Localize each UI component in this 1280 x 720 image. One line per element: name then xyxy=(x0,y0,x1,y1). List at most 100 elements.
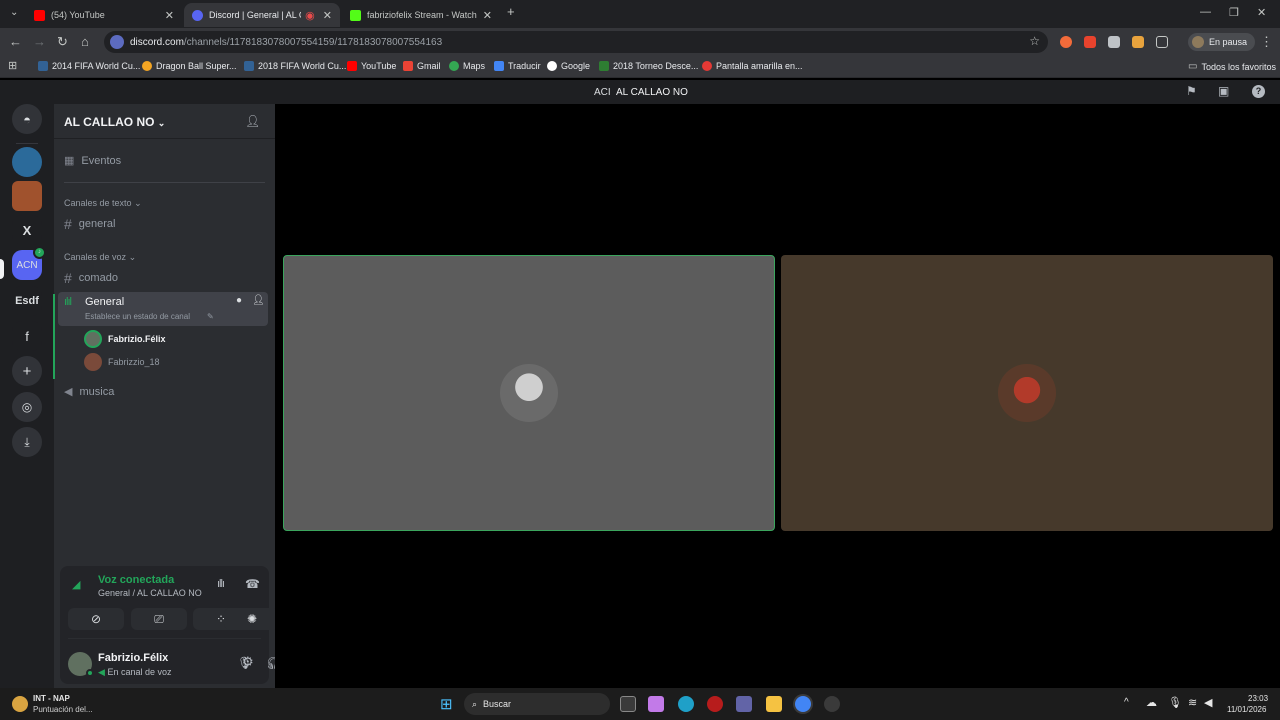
site-info-icon[interactable] xyxy=(110,35,124,49)
restore-icon[interactable]: ❐ xyxy=(1229,6,1239,19)
bookmark-item[interactable]: YouTube xyxy=(347,61,396,71)
teams-icon[interactable] xyxy=(736,696,752,712)
disconnect-icon[interactable]: ☎︎ xyxy=(245,577,260,591)
add-server-icon[interactable]: + xyxy=(12,356,42,386)
task-view-icon[interactable] xyxy=(620,696,636,712)
noise-suppression-icon[interactable]: ıllı xyxy=(217,578,225,590)
bookmark-item[interactable]: 2014 FIFA World Cu... xyxy=(38,61,140,71)
all-bookmarks[interactable]: ▭ Todos los favoritos xyxy=(1188,61,1276,72)
profile-button[interactable]: En pausa xyxy=(1188,33,1256,51)
invite-user-icon[interactable]: 👤︎ xyxy=(252,295,265,306)
invite-people-icon[interactable]: 👤︎ xyxy=(245,114,260,128)
bookmark-item[interactable]: Maps xyxy=(449,61,485,71)
bookmark-item[interactable]: Gmail xyxy=(403,61,441,71)
server-icon[interactable] xyxy=(12,181,42,211)
help-icon[interactable]: ? xyxy=(1252,85,1265,98)
weather-widget-icon[interactable] xyxy=(12,696,28,712)
server-icon-esdf[interactable]: Esdf xyxy=(12,286,42,316)
reload-icon[interactable]: ↻ xyxy=(57,35,68,49)
channel-general-voice[interactable]: ılıl General Establece un estado de cana… xyxy=(58,292,268,326)
address-bar[interactable]: discord.com/channels/1178183078007554159… xyxy=(104,31,1048,53)
download-icon[interactable]: ⤓ xyxy=(12,427,42,457)
tab-discord[interactable]: Discord | General | AL CALL ◉ ✕ xyxy=(184,3,340,27)
channel-general-text[interactable]: # general xyxy=(64,216,116,232)
server-icon-acn[interactable]: ACN ♪ xyxy=(12,246,46,280)
channel-comado[interactable]: # comado xyxy=(64,270,118,286)
server-icon-x[interactable]: X xyxy=(12,215,42,245)
home-icon[interactable]: ⌂ xyxy=(81,35,89,49)
soundboard-button[interactable]: ✺ xyxy=(224,608,280,630)
widget-title[interactable]: INT - NAP xyxy=(33,694,70,703)
bookmark-favicon-icon xyxy=(347,61,357,71)
inbox-icon[interactable]: ▣ xyxy=(1218,84,1229,98)
bookmark-item[interactable]: Traducir xyxy=(494,61,541,71)
bookmark-item[interactable]: Pantalla amarilla en... xyxy=(702,61,803,71)
participant-avatar xyxy=(998,364,1056,422)
close-icon[interactable]: ✕ xyxy=(483,9,492,22)
tab-search-icon[interactable]: ⌄ xyxy=(10,6,18,20)
apps-grid-icon[interactable]: ⊞ xyxy=(8,59,17,72)
category-voice-channels[interactable]: Canales de voz ⌄ xyxy=(64,252,136,263)
tab-kick[interactable]: fabriziofelix Stream - Watch Liv ✕ xyxy=(342,3,500,27)
active-voice-line xyxy=(53,294,55,379)
window-close-icon[interactable]: ✕ xyxy=(1257,6,1266,19)
windows-start-icon[interactable]: ⊞ xyxy=(440,695,453,713)
voice-location[interactable]: General / AL CALLAO NO xyxy=(98,588,202,598)
server-icon[interactable] xyxy=(12,147,42,177)
participant-tile[interactable] xyxy=(781,255,1273,531)
voice-user[interactable]: Fabrizzio_18 xyxy=(84,353,160,371)
tab-title: Discord | General | AL CALL xyxy=(209,10,301,20)
tab-youtube[interactable]: (54) YouTube ✕ xyxy=(26,3,182,27)
menu-kebab-icon[interactable]: ⋮ xyxy=(1260,35,1273,49)
bookmark-item[interactable]: Google xyxy=(547,61,590,71)
channel-musica[interactable]: ◀︎ musica xyxy=(64,385,114,399)
bookmark-item[interactable]: Dragon Ball Super... xyxy=(142,61,237,71)
flag-icon[interactable]: ⚑ xyxy=(1186,84,1197,98)
taskbar-search[interactable]: ⌕ Buscar xyxy=(464,693,610,715)
volume-icon[interactable]: ◀︎ xyxy=(1204,696,1212,709)
server-icon-f[interactable]: f xyxy=(12,321,42,351)
wifi-icon[interactable]: ≋ xyxy=(1188,696,1197,709)
category-text-channels[interactable]: Canales de texto ⌄ xyxy=(64,198,142,209)
extension-icon[interactable] xyxy=(1132,36,1144,48)
tray-icon[interactable]: ☁ xyxy=(1146,696,1157,709)
screen-share-button[interactable]: ⎚ xyxy=(131,608,187,630)
bookmark-item[interactable]: 2018 Torneo Desce... xyxy=(599,61,698,71)
extension-icon[interactable] xyxy=(1108,36,1120,48)
events-link[interactable]: ▦ Eventos xyxy=(64,154,121,168)
new-tab-icon[interactable]: + xyxy=(507,5,515,19)
edge-icon[interactable] xyxy=(678,696,694,712)
back-icon[interactable]: ← xyxy=(9,35,22,49)
file-explorer-icon[interactable] xyxy=(766,696,782,712)
app-icon[interactable] xyxy=(824,696,840,712)
user-settings-gear-icon[interactable]: ⚙ xyxy=(242,654,254,670)
clock-time[interactable]: 23:03 xyxy=(1248,694,1268,703)
copilot-icon[interactable] xyxy=(648,696,664,712)
explore-icon[interactable]: ◎ xyxy=(12,392,42,422)
voice-user[interactable]: Fabrizio.Félix xyxy=(84,330,166,348)
camera-off-button[interactable]: ⊘ xyxy=(68,608,124,630)
bookmark-favicon-icon xyxy=(547,61,557,71)
participant-tile[interactable] xyxy=(283,255,775,531)
minimize-icon[interactable]: — xyxy=(1200,6,1211,18)
microphone-tray-icon[interactable]: 🎙︎ xyxy=(1168,696,1182,709)
close-icon[interactable]: ✕ xyxy=(165,9,174,22)
app-icon[interactable] xyxy=(707,696,723,712)
chrome-icon[interactable] xyxy=(795,696,811,712)
voice-status[interactable]: Voz conectada xyxy=(98,574,174,586)
discord-home-icon[interactable]: ◓ xyxy=(12,104,42,134)
username[interactable]: Fabrizio.Félix xyxy=(98,652,168,664)
chat-bubble-icon[interactable]: ● xyxy=(236,295,242,306)
server-name-header[interactable]: AL CALLAO NO ⌄ xyxy=(64,115,165,129)
channel-status-hint[interactable]: Establece un estado de canal xyxy=(85,312,190,321)
edit-pencil-icon[interactable]: ✎ xyxy=(207,312,214,321)
bookmark-star-icon[interactable]: ☆ xyxy=(1029,34,1040,48)
close-icon[interactable]: ✕ xyxy=(323,9,332,22)
clock-date[interactable]: 11/01/2026 xyxy=(1227,705,1266,714)
extension-icon[interactable] xyxy=(1084,36,1096,48)
extensions-puzzle-icon[interactable] xyxy=(1156,36,1168,48)
forward-icon[interactable]: → xyxy=(33,35,46,49)
bookmark-item[interactable]: 2018 FIFA World Cu... xyxy=(244,61,346,71)
chevron-up-icon[interactable]: ^ xyxy=(1124,697,1129,708)
extension-icon[interactable] xyxy=(1060,36,1072,48)
